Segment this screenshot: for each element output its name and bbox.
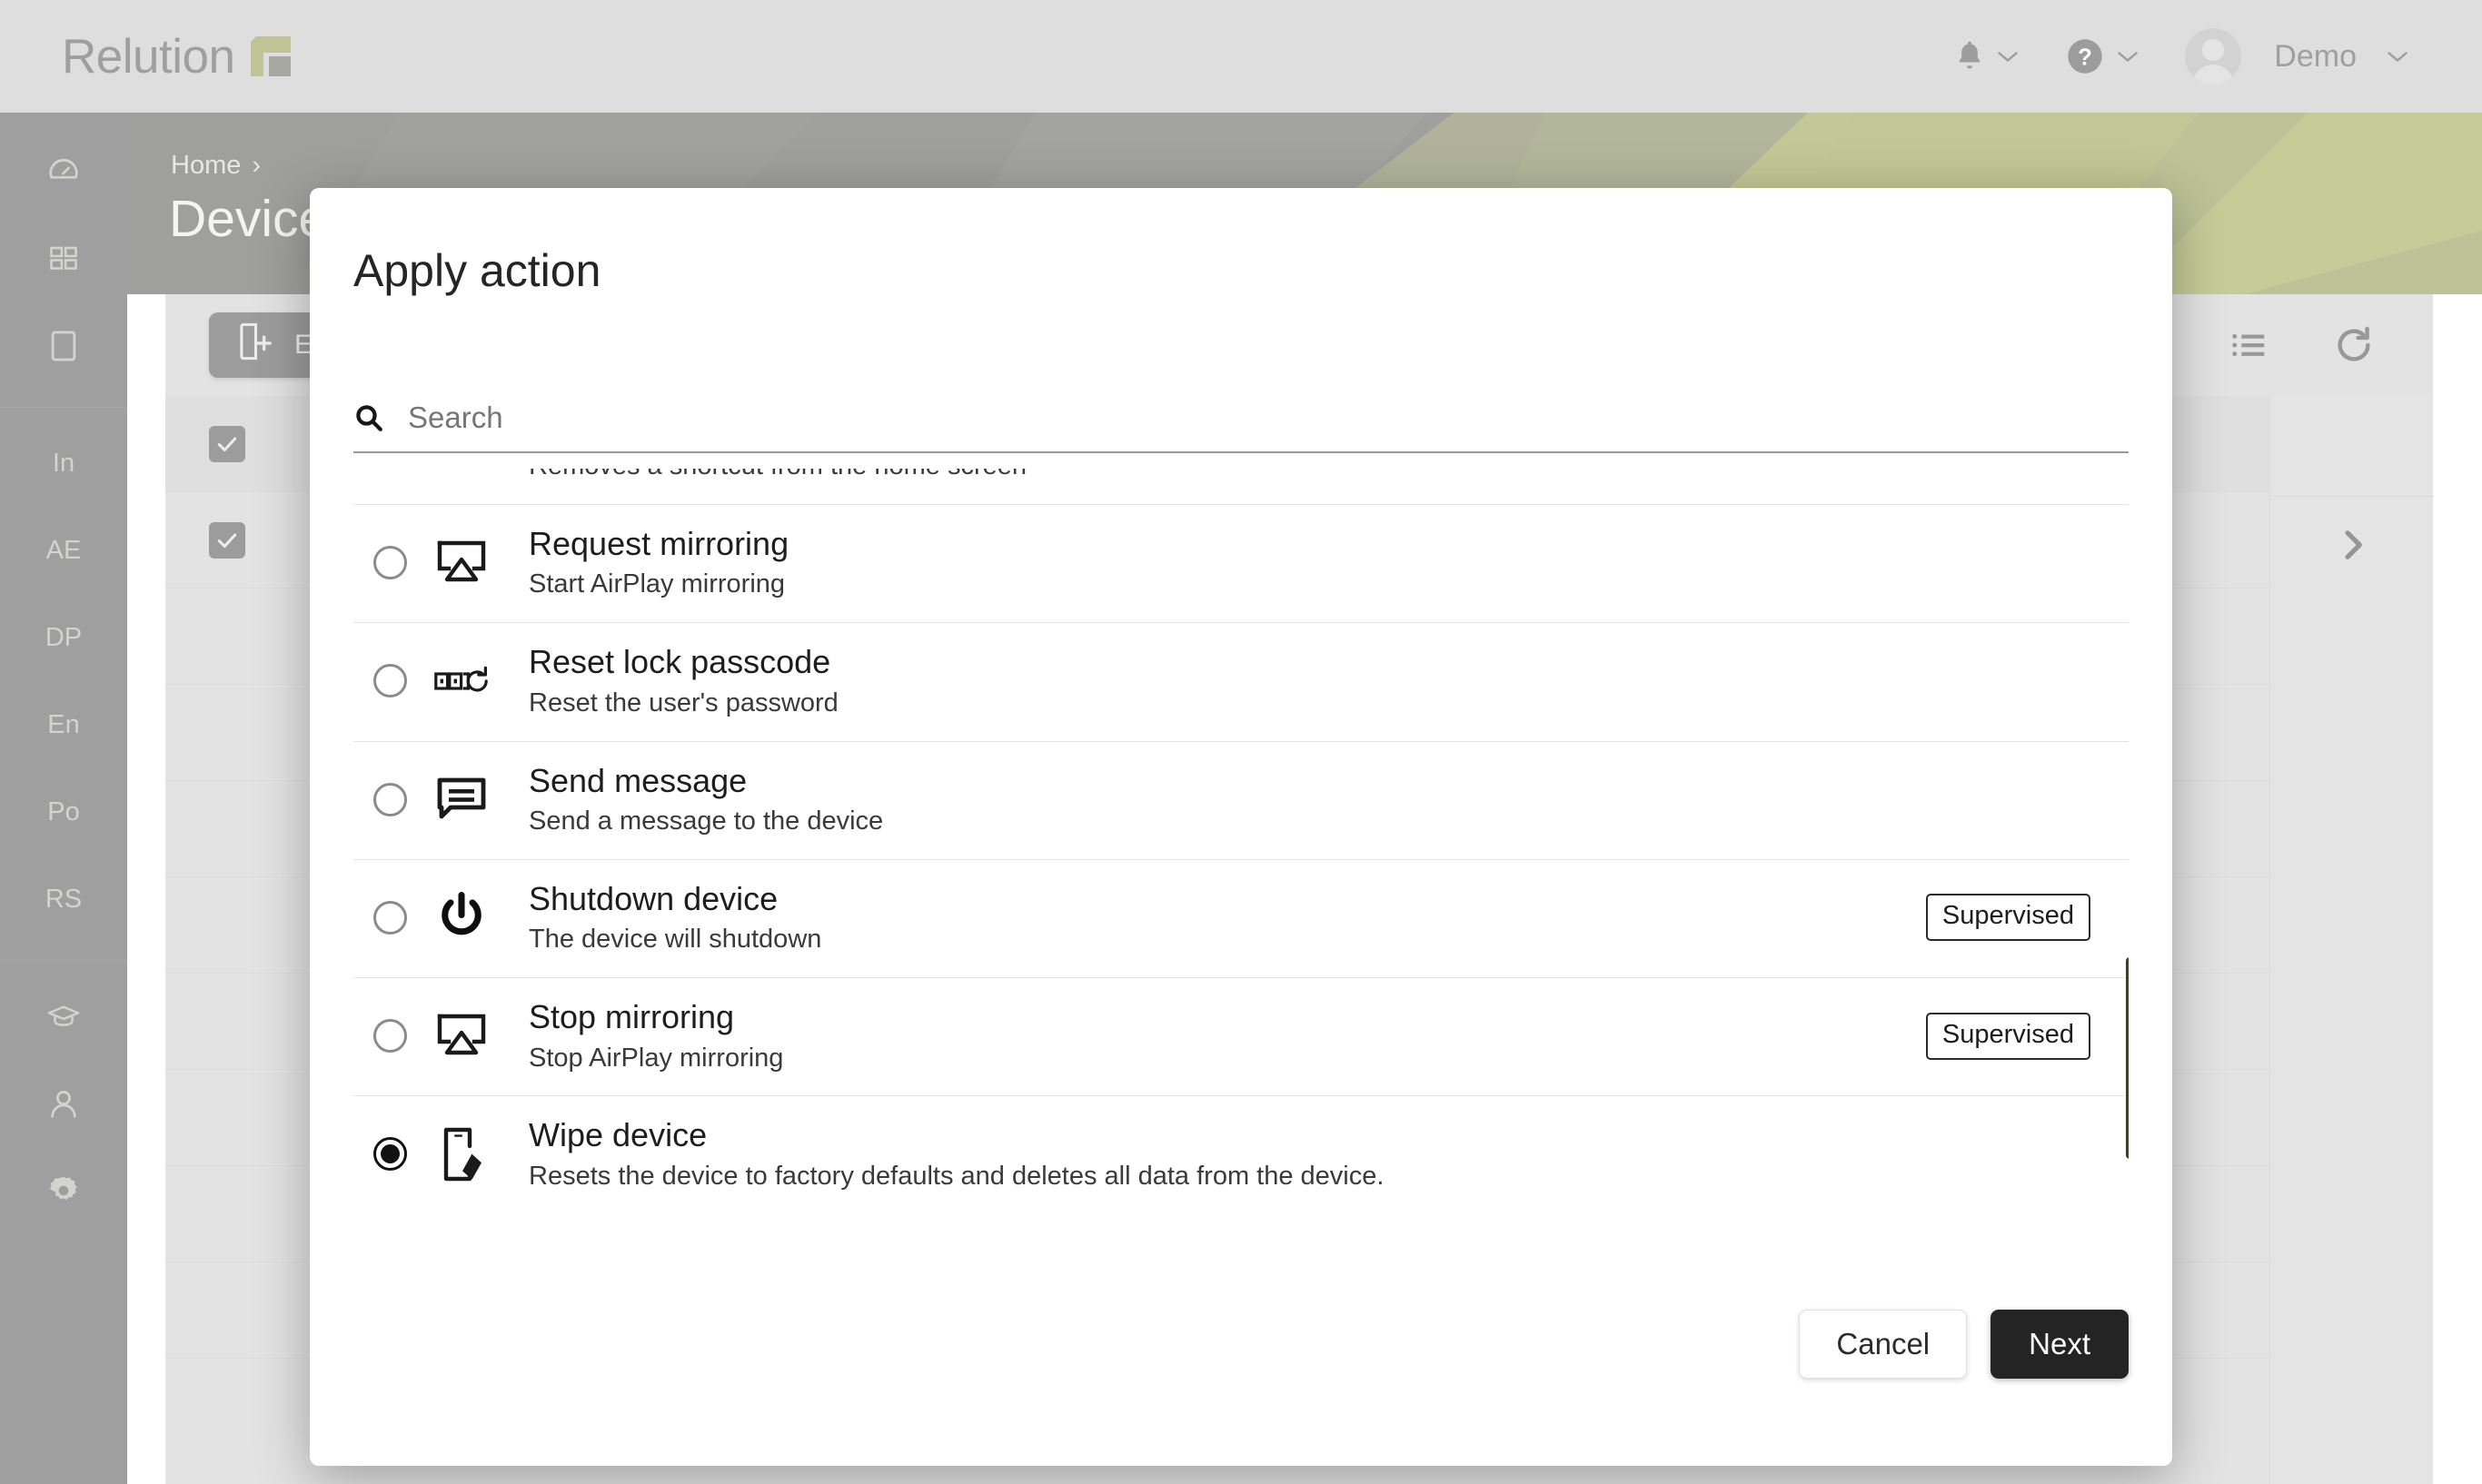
list-item[interactable]: Wipe device Resets the device to factory… xyxy=(353,1096,2129,1200)
application-root: Relution xyxy=(0,0,2482,1484)
action-title: Request mirroring xyxy=(529,525,789,562)
dialog-footer: Cancel Next xyxy=(310,1310,2172,1466)
apply-action-dialog: Apply action Removes a shortcut from the… xyxy=(310,188,2172,1466)
search-field-wrapper[interactable] xyxy=(353,397,2129,453)
action-title: Reset lock passcode xyxy=(529,643,831,681)
action-radio[interactable] xyxy=(373,782,407,816)
airplay-icon xyxy=(432,534,491,592)
list-item[interactable]: Send message Send a message to the devic… xyxy=(353,742,2129,860)
action-radio[interactable] xyxy=(373,546,407,580)
action-radio[interactable] xyxy=(373,1019,407,1054)
list-item[interactable]: Reset lock passcode Reset the user's pas… xyxy=(353,623,2129,742)
search-icon xyxy=(353,402,384,433)
list-item[interactable]: Stop mirroring Stop AirPlay mirroring Su… xyxy=(353,978,2129,1097)
action-description: Reset the user's password xyxy=(529,688,839,717)
action-list: Removes a shortcut from the home screen xyxy=(353,469,2129,1200)
wipe-device-icon xyxy=(432,1125,491,1183)
action-radio[interactable] xyxy=(373,1137,407,1172)
list-item[interactable]: Shutdown device The device will shutdown… xyxy=(353,860,2129,979)
action-description: Resets the device to factory defaults an… xyxy=(529,1161,1385,1191)
passcode-reset-icon xyxy=(432,652,491,710)
cancel-button[interactable]: Cancel xyxy=(1799,1310,1968,1379)
action-radio[interactable] xyxy=(373,900,407,935)
status-badge: Supervised xyxy=(1925,894,2090,942)
action-title: Shutdown device xyxy=(529,879,779,917)
list-item-clipped[interactable]: Removes a shortcut from the home screen xyxy=(353,469,2129,505)
action-description: Stop AirPlay mirroring xyxy=(529,1043,784,1073)
action-description: Start AirPlay mirroring xyxy=(529,569,786,599)
action-title: Send message xyxy=(529,761,748,799)
message-icon xyxy=(432,770,491,828)
list-scrollbar[interactable] xyxy=(2126,957,2129,1159)
list-item[interactable]: Request mirroring Start AirPlay mirrorin… xyxy=(353,505,2129,624)
airplay-icon xyxy=(432,1007,491,1065)
clipped-description: Removes a shortcut from the home screen xyxy=(529,469,2129,481)
status-badge: Supervised xyxy=(1925,1012,2090,1060)
power-icon xyxy=(432,888,491,946)
action-radio[interactable] xyxy=(373,664,407,698)
action-description: Send a message to the device xyxy=(529,806,884,836)
search-input[interactable] xyxy=(408,397,2129,439)
action-title: Stop mirroring xyxy=(529,998,735,1036)
action-description: The device will shutdown xyxy=(529,925,822,955)
next-button[interactable]: Next xyxy=(1991,1310,2129,1379)
dialog-title: Apply action xyxy=(353,245,601,296)
action-title: Wipe device xyxy=(529,1116,708,1154)
